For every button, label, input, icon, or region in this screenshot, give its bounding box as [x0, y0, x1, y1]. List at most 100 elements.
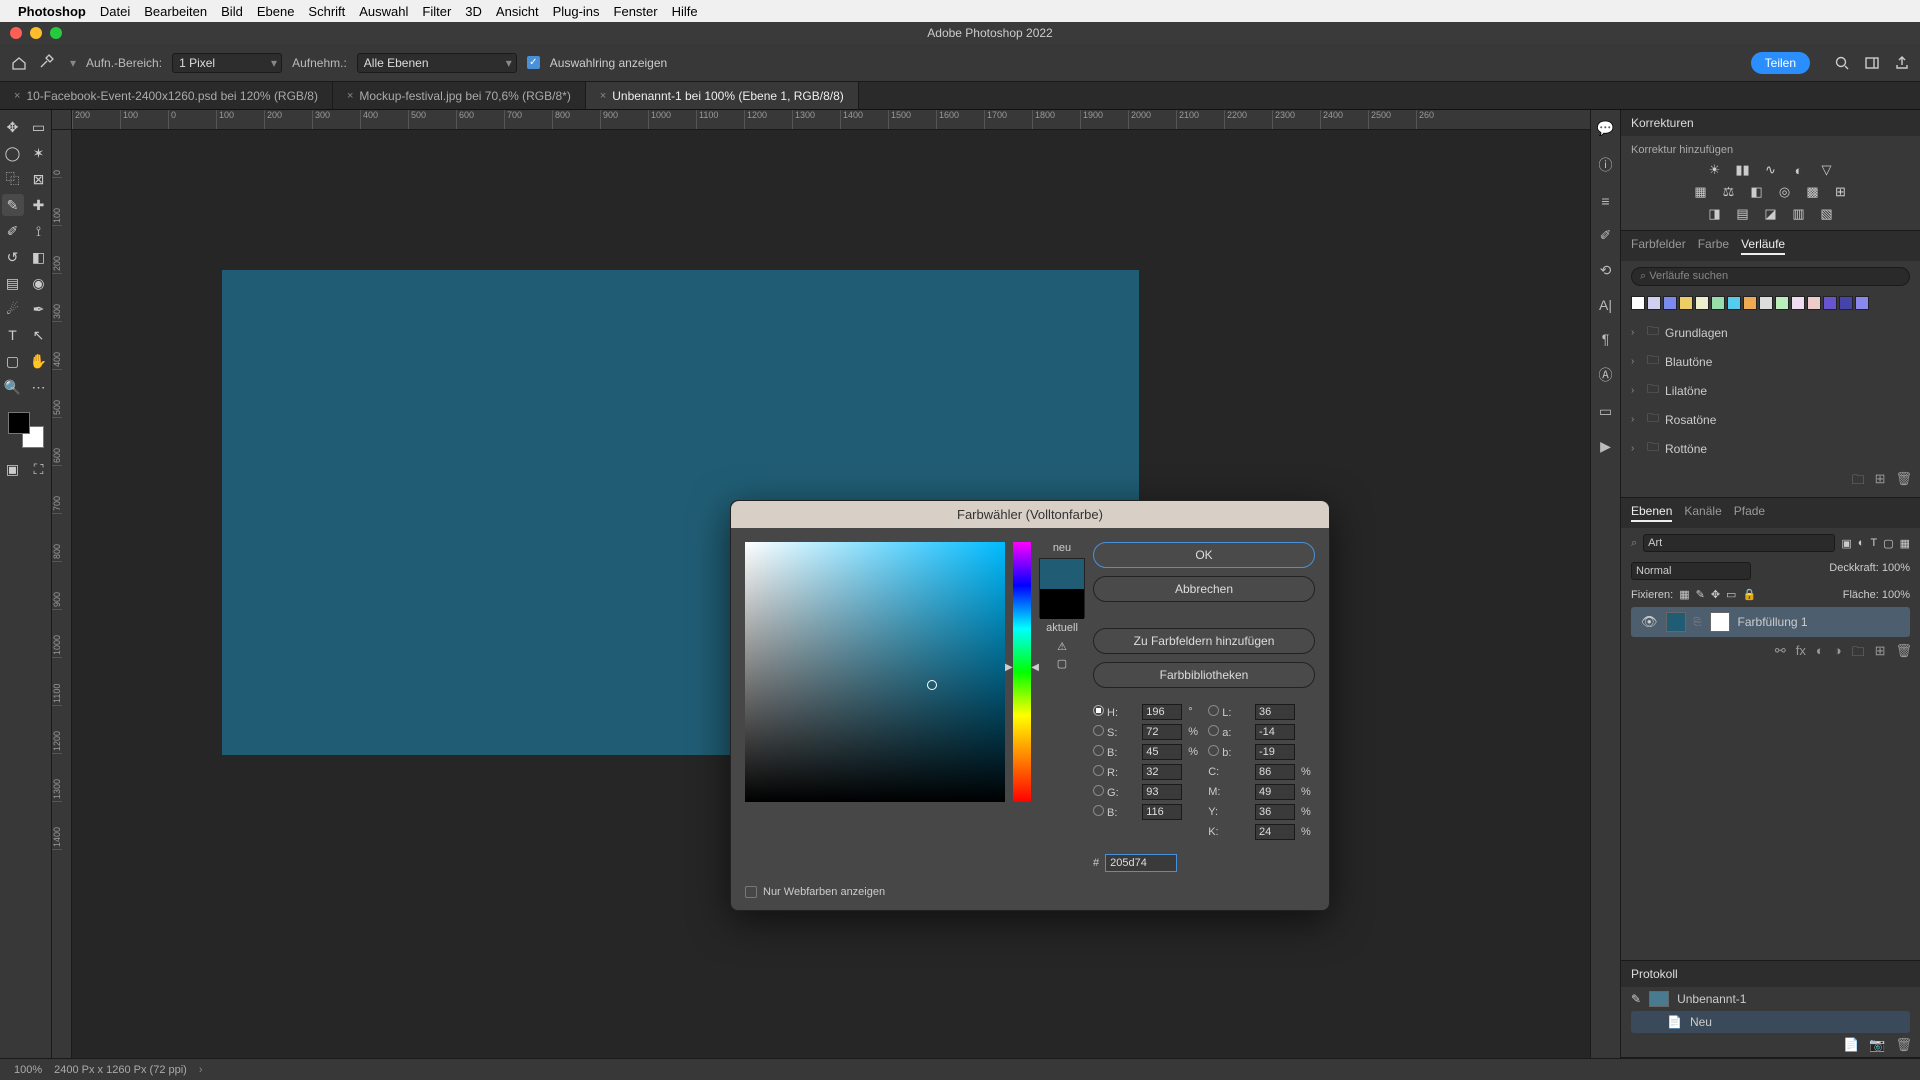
hue-slider[interactable]: ▶◀: [1013, 542, 1031, 802]
tab-verlaufe[interactable]: Verläufe: [1741, 237, 1785, 255]
gamut-warning-icon[interactable]: ⚠: [1057, 640, 1067, 653]
bv-input[interactable]: [1142, 744, 1182, 760]
screenmode-icon[interactable]: ⛶: [28, 458, 50, 480]
opacity-value[interactable]: 100%: [1882, 562, 1910, 574]
layer-row[interactable]: 👁 ⎘ Farbfüllung 1: [1631, 607, 1910, 637]
close-tab-icon[interactable]: ×: [14, 90, 20, 102]
layer-kind-filter[interactable]: Art: [1643, 534, 1835, 552]
mask-icon[interactable]: ◐: [1816, 643, 1824, 665]
h-input[interactable]: [1142, 704, 1182, 720]
show-ring-checkbox[interactable]: ✓: [527, 56, 540, 69]
brushes-panel-icon[interactable]: ✐: [1600, 227, 1612, 244]
maximize-window-icon[interactable]: [50, 27, 62, 39]
history-title[interactable]: Protokoll: [1621, 961, 1920, 987]
curves-icon[interactable]: ∿: [1761, 162, 1781, 178]
delete-layer-icon[interactable]: 🗑: [1895, 643, 1912, 665]
rectangle-tool-icon[interactable]: ▢: [2, 350, 24, 372]
eyedropper-tool-icon[interactable]: ✎: [2, 194, 24, 216]
lock-all-icon[interactable]: 🔒: [1742, 588, 1756, 601]
hand-tool-icon[interactable]: ✋: [28, 350, 50, 372]
menu-3d[interactable]: 3D: [465, 4, 482, 19]
new-layer-icon[interactable]: ⊞: [1875, 643, 1886, 665]
history-step[interactable]: 📄Neu: [1631, 1011, 1910, 1033]
home-icon[interactable]: [10, 54, 28, 72]
k-input[interactable]: [1255, 824, 1295, 840]
selective-icon[interactable]: ▧: [1817, 206, 1837, 222]
h-radio[interactable]: [1093, 705, 1104, 716]
web-only-checkbox[interactable]: [745, 886, 757, 898]
doc-dimensions[interactable]: 2400 Px x 1260 Px (72 ppi): [54, 1064, 187, 1076]
gradient-swatch[interactable]: [1775, 296, 1789, 310]
menu-filter[interactable]: Filter: [422, 4, 451, 19]
close-window-icon[interactable]: [10, 27, 22, 39]
threshold-icon[interactable]: ◪: [1761, 206, 1781, 222]
dodge-tool-icon[interactable]: ☄: [2, 298, 24, 320]
doc-tab-2[interactable]: ×Mockup-festival.jpg bei 70,6% (RGB/8*): [333, 82, 586, 109]
r-radio[interactable]: [1093, 765, 1104, 776]
vibrance-icon[interactable]: ▽: [1817, 162, 1837, 178]
fx-icon[interactable]: fx: [1796, 643, 1806, 665]
l-input[interactable]: [1255, 704, 1295, 720]
cancel-button[interactable]: Abbrechen: [1093, 576, 1315, 602]
tab-ebenen[interactable]: Ebenen: [1631, 504, 1672, 522]
export-icon[interactable]: [1894, 55, 1910, 71]
lock-pixels-icon[interactable]: ✎: [1696, 588, 1705, 601]
stamp-tool-icon[interactable]: ⟟: [28, 220, 50, 242]
y-input[interactable]: [1255, 804, 1295, 820]
move-tool-icon[interactable]: ✥: [2, 116, 24, 138]
eyedropper-tool-icon[interactable]: [38, 52, 60, 74]
s-input[interactable]: [1142, 724, 1182, 740]
l-radio[interactable]: [1208, 705, 1219, 716]
b-radio[interactable]: [1208, 745, 1219, 756]
gradient-swatch[interactable]: [1839, 296, 1853, 310]
delete-swatch-icon[interactable]: 🗑: [1895, 471, 1912, 493]
gradient-swatch[interactable]: [1631, 296, 1645, 310]
g-radio[interactable]: [1093, 785, 1104, 796]
gradient-swatch[interactable]: [1647, 296, 1661, 310]
heal-tool-icon[interactable]: ✚: [28, 194, 50, 216]
snapshot-icon[interactable]: 📷: [1869, 1037, 1885, 1053]
workspace-icon[interactable]: [1864, 55, 1880, 71]
properties-panel-icon[interactable]: ≡: [1601, 193, 1609, 209]
color-preview[interactable]: [1039, 558, 1085, 618]
m-input[interactable]: [1255, 784, 1295, 800]
lasso-tool-icon[interactable]: ◯: [2, 142, 24, 164]
ruler-origin[interactable]: [52, 110, 72, 130]
gradient-swatch[interactable]: [1807, 296, 1821, 310]
gradient-swatch[interactable]: [1791, 296, 1805, 310]
filter-smart-icon[interactable]: ▦: [1900, 537, 1910, 550]
filter-pixel-icon[interactable]: ▣: [1841, 537, 1851, 550]
blur-tool-icon[interactable]: ◉: [28, 272, 50, 294]
close-tab-icon[interactable]: ×: [600, 90, 606, 102]
quickmask-icon[interactable]: ▣: [2, 458, 24, 480]
menu-ansicht[interactable]: Ansicht: [496, 4, 539, 19]
layers-panel-icon[interactable]: ▭: [1599, 403, 1612, 420]
tab-kanale[interactable]: Kanäle: [1684, 504, 1721, 522]
r-input[interactable]: [1142, 764, 1182, 780]
gradient-swatch[interactable]: [1743, 296, 1757, 310]
dialog-title[interactable]: Farbwähler (Volltonfarbe): [731, 501, 1329, 528]
share-button[interactable]: Teilen: [1751, 52, 1810, 74]
zoom-tool-icon[interactable]: 🔍: [2, 376, 24, 398]
brush-tool-icon[interactable]: ✐: [2, 220, 24, 242]
filter-adj-icon[interactable]: ◐: [1858, 537, 1865, 549]
info-panel-icon[interactable]: ⓘ: [1599, 155, 1613, 175]
zoom-level[interactable]: 100%: [14, 1064, 42, 1076]
levels-icon[interactable]: ▮▮: [1733, 162, 1753, 178]
history-brush-icon[interactable]: ↺: [2, 246, 24, 268]
filter-type-icon[interactable]: T: [1870, 537, 1877, 549]
saturation-value-field[interactable]: [745, 542, 1005, 802]
gradient-folder[interactable]: ›🗀Rottöne: [1631, 434, 1910, 463]
adj-layer-icon[interactable]: ◑: [1834, 643, 1842, 665]
gradients-search[interactable]: ⌕ Verläufe suchen: [1631, 267, 1910, 286]
frame-tool-icon[interactable]: ⊠: [28, 168, 50, 190]
tab-farbe[interactable]: Farbe: [1698, 237, 1729, 255]
menu-ebene[interactable]: Ebene: [257, 4, 295, 19]
gradient-swatch[interactable]: [1759, 296, 1773, 310]
ruler-horizontal[interactable]: 2001000100200300400500600700800900100011…: [72, 110, 1590, 130]
tab-pfade[interactable]: Pfade: [1734, 504, 1765, 522]
menu-plugins[interactable]: Plug-ins: [553, 4, 600, 19]
adjustments-title[interactable]: Korrekturen: [1621, 110, 1920, 136]
balance-icon[interactable]: ⚖: [1719, 184, 1739, 200]
gradient-swatch[interactable]: [1727, 296, 1741, 310]
